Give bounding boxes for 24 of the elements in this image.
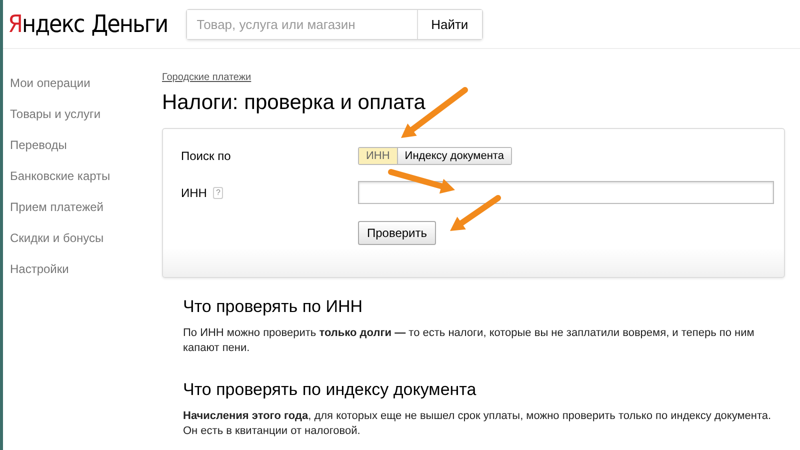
- toggle-option[interactable]: ИНН: [359, 148, 397, 164]
- sidebar-link[interactable]: Товары и услуги: [10, 106, 101, 123]
- section-text: По ИНН можно проверить только долги — то есть налоги, которые вы не заплатили вовремя, и теперь по ним капают пени.: [183, 326, 756, 356]
- section-heading: Что проверять по индексу документа: [183, 380, 476, 400]
- check-button[interactable]: Проверить: [358, 221, 436, 245]
- sidebar-link[interactable]: Переводы: [10, 137, 67, 154]
- logo[interactable]: Яндекс Деньги: [8, 10, 168, 38]
- section-text: Начисления этого года, для которых еще не вышел срок уплаты, можно проверить только по индексу документа. Он есть в квитанции от налоговой.: [183, 409, 772, 439]
- breadcrumb-link[interactable]: Городские платежи: [162, 72, 252, 83]
- search-field[interactable]: Товар, услуга или магазин Найти: [186, 8, 483, 40]
- sidebar-link[interactable]: Скидки и бонусы: [10, 230, 104, 247]
- toggle-option[interactable]: Индексу документа: [396, 148, 511, 164]
- inn-input[interactable]: [358, 181, 774, 204]
- sidebar-link[interactable]: Мои операции: [10, 75, 90, 92]
- section-heading: Что проверять по ИНН: [183, 297, 363, 317]
- help-badge[interactable]: ?: [212, 186, 224, 198]
- search-button[interactable]: Найти: [416, 10, 482, 38]
- sidebar-link[interactable]: Прием платежей: [10, 199, 104, 216]
- page-title: Налоги: проверка и оплата: [162, 91, 426, 115]
- field-label: ИНН: [181, 186, 207, 200]
- sidebar-link[interactable]: Банковские карты: [10, 168, 110, 185]
- sidebar-link[interactable]: Настройки: [10, 261, 69, 278]
- field-label: Поиск по: [181, 149, 231, 163]
- search-mode-toggle[interactable]: ИНН Индексу документа: [358, 147, 512, 165]
